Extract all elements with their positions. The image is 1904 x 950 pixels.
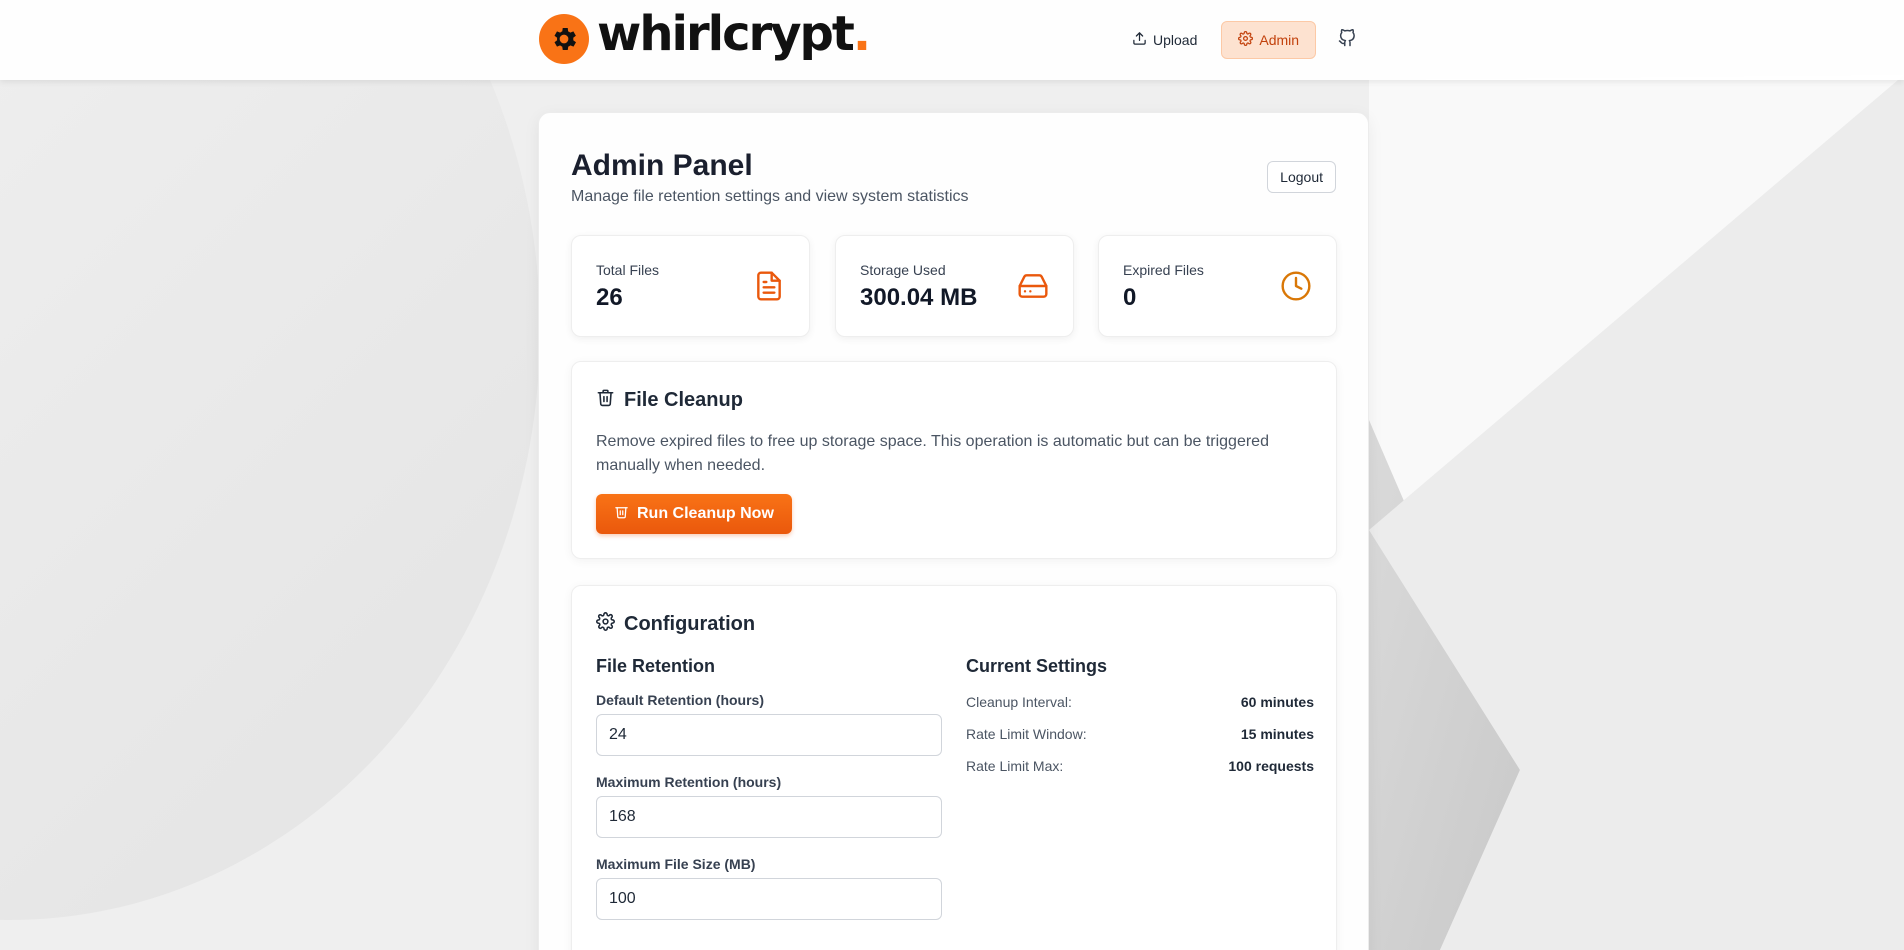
brand-logo[interactable]: whirlcrypt. xyxy=(539,10,871,64)
default-retention-label: Default Retention (hours) xyxy=(596,692,764,708)
file-cleanup-card: File Cleanup Remove expired files to fre… xyxy=(571,361,1337,559)
file-retention-heading: File Retention xyxy=(596,656,716,676)
nav-upload-button[interactable]: Upload xyxy=(1118,22,1211,58)
setting-key: Cleanup Interval: xyxy=(966,694,1072,710)
clock-icon xyxy=(1280,270,1312,302)
admin-panel: Admin Panel Manage file retention settin… xyxy=(538,112,1369,950)
setting-row-rate-limit-max: Rate Limit Max: 100 requests xyxy=(966,758,1314,774)
stat-card-total-files: Total Files 26 xyxy=(571,235,810,337)
stat-value: 0 xyxy=(1123,284,1137,311)
default-retention-input[interactable] xyxy=(596,714,942,756)
setting-value: 15 minutes xyxy=(1240,726,1314,742)
github-icon xyxy=(1338,28,1356,50)
top-nav: Upload Admin xyxy=(1118,20,1904,59)
page-subtitle: Manage file retention settings and view … xyxy=(571,188,969,205)
maximum-file-size-label: Maximum File Size (MB) xyxy=(596,856,756,872)
brand-name: whirlcrypt. xyxy=(597,6,871,62)
stat-card-storage-used: Storage Used 300.04 MB xyxy=(835,235,1074,337)
card-title: Configuration xyxy=(624,612,756,635)
top-header: whirlcrypt. Upload Admin xyxy=(0,0,1904,80)
upload-icon xyxy=(1132,31,1147,49)
settings-icon xyxy=(1238,30,1254,49)
logout-button[interactable]: Logout xyxy=(1267,161,1336,193)
setting-key: Rate Limit Window: xyxy=(966,726,1087,742)
trash-icon xyxy=(614,504,629,524)
gear-logo-icon xyxy=(539,14,589,64)
setting-value: 60 minutes xyxy=(1240,694,1314,710)
hard-drive-icon xyxy=(1017,270,1049,302)
card-title: File Cleanup xyxy=(624,388,743,411)
current-settings-heading: Current Settings xyxy=(966,656,1108,676)
run-cleanup-label: Run Cleanup Now xyxy=(637,505,774,522)
page-title: Admin Panel xyxy=(571,149,753,182)
cleanup-description: Remove expired files to free up storage … xyxy=(596,433,1269,474)
nav-github-button[interactable] xyxy=(1328,20,1366,59)
setting-value: 100 requests xyxy=(1228,758,1314,774)
setting-row-rate-limit-window: Rate Limit Window: 15 minutes xyxy=(966,726,1314,742)
stat-card-expired-files: Expired Files 0 xyxy=(1098,235,1337,337)
nav-admin-button[interactable]: Admin xyxy=(1221,20,1317,59)
nav-upload-label: Upload xyxy=(1153,31,1198,48)
card-header: File Cleanup xyxy=(596,388,743,412)
setting-row-cleanup-interval: Cleanup Interval: 60 minutes xyxy=(966,694,1314,710)
setting-key: Rate Limit Max: xyxy=(966,758,1064,774)
stat-label: Storage Used xyxy=(860,262,946,278)
configuration-card: Configuration File Retention Default Ret… xyxy=(571,585,1337,950)
file-text-icon xyxy=(753,270,785,302)
stat-label: Total Files xyxy=(596,262,660,278)
card-header: Configuration xyxy=(596,612,755,636)
nav-admin-label: Admin xyxy=(1259,31,1300,48)
stat-value: 26 xyxy=(596,284,623,311)
run-cleanup-button[interactable]: Run Cleanup Now xyxy=(596,494,792,534)
stat-value: 300.04 MB xyxy=(860,284,978,311)
settings-icon xyxy=(596,612,615,636)
stat-label: Expired Files xyxy=(1123,262,1204,278)
maximum-retention-input[interactable] xyxy=(596,796,942,838)
trash-icon xyxy=(596,388,615,412)
maximum-retention-label: Maximum Retention (hours) xyxy=(596,774,782,790)
maximum-file-size-input[interactable] xyxy=(596,878,942,920)
